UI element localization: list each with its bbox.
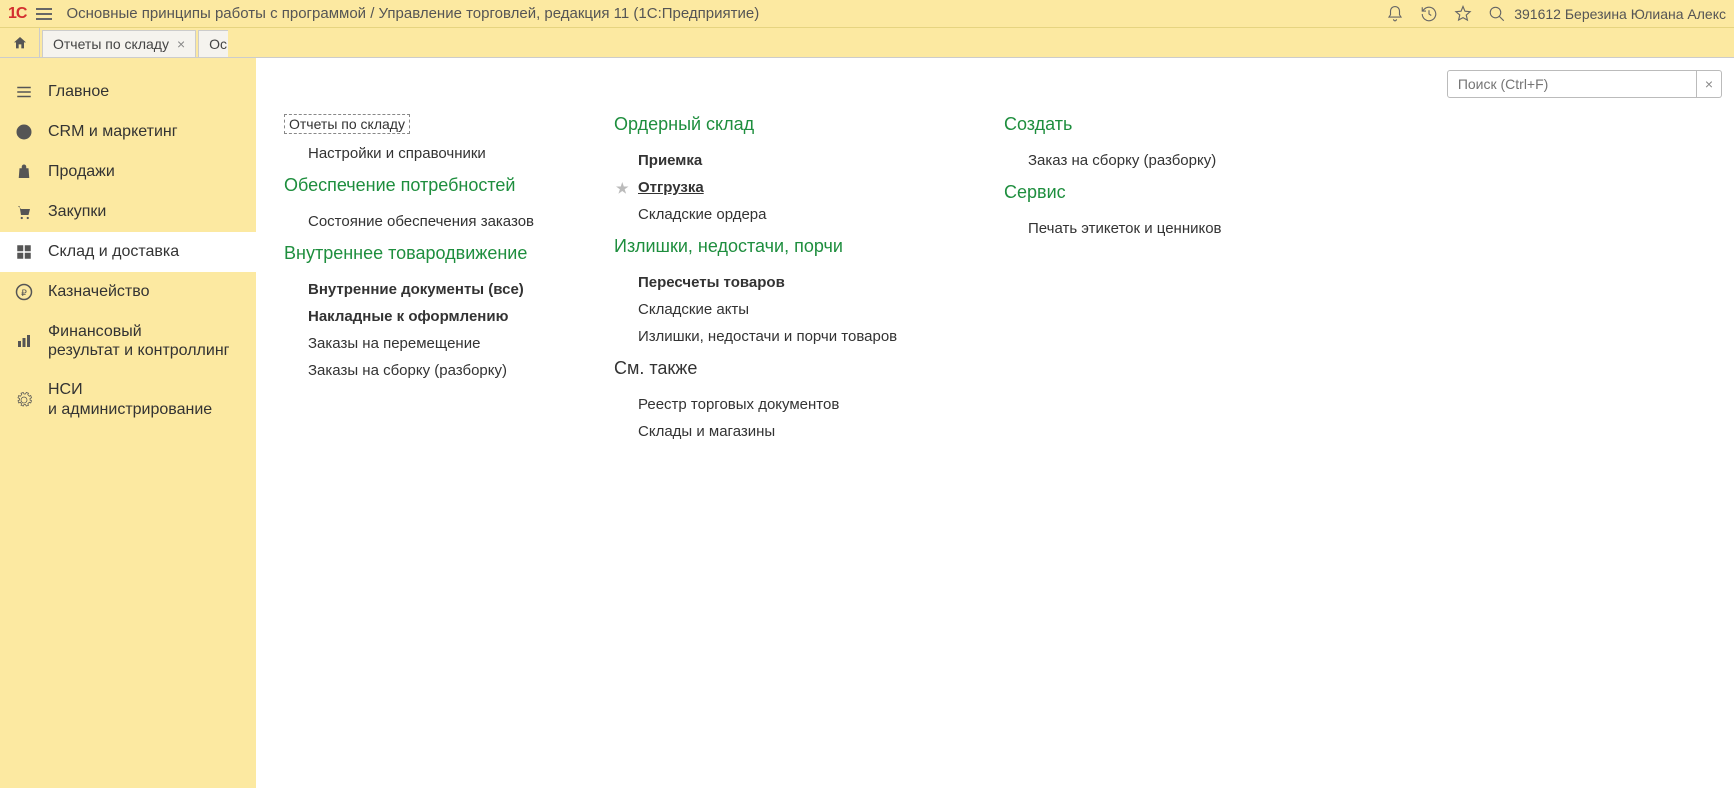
column-1: Отчеты по складу Настройки и справочники… — [284, 114, 564, 445]
sidebar-item-label: Казначейство — [48, 282, 149, 301]
star-icon: ★ — [616, 180, 629, 197]
window-title: Основные принципы работы с программой / … — [66, 5, 1386, 22]
sidebar-item-label: Закупки — [48, 202, 106, 221]
bag-icon — [14, 162, 34, 182]
link-warehouse-orders[interactable]: Складские ордера — [614, 201, 954, 228]
sidebar-item-warehouse[interactable]: Склад и доставка — [0, 232, 256, 272]
link-create-assembly-order[interactable]: Заказ на сборку (разборку) — [1004, 147, 1284, 174]
list-icon — [14, 82, 34, 102]
bell-icon[interactable] — [1386, 5, 1404, 23]
sidebar-item-label: Финансовый результат и контроллинг — [48, 322, 230, 360]
link-receiving[interactable]: Приемка — [614, 147, 954, 174]
tab-warehouse-reports[interactable]: Отчеты по складу × — [42, 30, 196, 57]
bar-chart-icon — [14, 331, 34, 351]
sidebar-item-nsi[interactable]: НСИ и администрирование — [0, 370, 256, 428]
sidebar-item-label: Склад и доставка — [48, 242, 179, 261]
cart-icon — [14, 202, 34, 222]
sidebar-item-treasury[interactable]: ₽ Казначейство — [0, 272, 256, 312]
section-see-also: См. также — [614, 358, 954, 379]
star-icon[interactable] — [1454, 5, 1472, 23]
link-warehouse-reports[interactable]: Отчеты по складу — [284, 114, 410, 134]
link-order-state[interactable]: Состояние обеспечения заказов — [284, 208, 564, 235]
link-internal-docs[interactable]: Внутренние документы (все) — [284, 276, 564, 303]
home-tab-button[interactable] — [0, 28, 40, 57]
section-internal-movement: Внутреннее товародвижение — [284, 243, 564, 264]
app-logo: 1С — [8, 5, 26, 23]
link-shipping[interactable]: ★ Отгрузка — [614, 174, 954, 201]
sidebar-item-crm[interactable]: CRM и маркетинг — [0, 112, 256, 152]
history-icon[interactable] — [1420, 5, 1438, 23]
tab-label: Отчеты по складу — [53, 36, 169, 52]
titlebar: 1С Основные принципы работы с программой… — [0, 0, 1734, 28]
section-needs: Обеспечение потребностей — [284, 175, 564, 196]
link-recounts[interactable]: Пересчеты товаров — [614, 269, 954, 296]
link-settings-refs[interactable]: Настройки и справочники — [284, 140, 564, 167]
user-name[interactable]: 391612 Березина Юлиана Алекс — [1514, 6, 1726, 22]
sidebar: Главное CRM и маркетинг Продажи Закупки … — [0, 58, 256, 788]
section-create: Создать — [1004, 114, 1284, 135]
link-surplus-shortage[interactable]: Излишки, недостачи и порчи товаров — [614, 323, 954, 350]
tabbar: Отчеты по складу × Ос — [0, 28, 1734, 58]
sidebar-item-sales[interactable]: Продажи — [0, 152, 256, 192]
link-warehouse-acts[interactable]: Складские акты — [614, 296, 954, 323]
main-content: × Отчеты по складу Настройки и справочни… — [256, 58, 1734, 788]
link-assembly-orders[interactable]: Заказы на сборку (разборку) — [284, 357, 564, 384]
tab-label: Ос — [209, 36, 227, 52]
sidebar-item-purchases[interactable]: Закупки — [0, 192, 256, 232]
svg-text:₽: ₽ — [21, 288, 27, 298]
section-surplus: Излишки, недостачи, порчи — [614, 236, 954, 257]
sidebar-item-main[interactable]: Главное — [0, 72, 256, 112]
link-stores[interactable]: Склады и магазины — [614, 418, 954, 445]
sidebar-item-label: Главное — [48, 82, 109, 101]
column-3: Создать Заказ на сборку (разборку) Серви… — [1004, 114, 1284, 445]
search-input[interactable] — [1447, 70, 1697, 98]
sidebar-item-label: НСИ и администрирование — [48, 380, 212, 418]
link-invoices-pending[interactable]: Накладные к оформлению — [284, 303, 564, 330]
column-2: Ордерный склад Приемка ★ Отгрузка Складс… — [614, 114, 954, 445]
ruble-icon: ₽ — [14, 282, 34, 302]
clear-search-button[interactable]: × — [1697, 70, 1722, 98]
close-icon[interactable]: × — [177, 36, 185, 52]
tab-truncated[interactable]: Ос — [198, 30, 228, 57]
section-order-warehouse: Ордерный склад — [614, 114, 954, 135]
search-icon[interactable] — [1488, 5, 1506, 23]
pie-chart-icon — [14, 122, 34, 142]
gear-icon — [14, 390, 34, 410]
hamburger-icon[interactable] — [36, 8, 52, 20]
link-print-labels[interactable]: Печать этикеток и ценников — [1004, 215, 1284, 242]
link-transfer-orders[interactable]: Заказы на перемещение — [284, 330, 564, 357]
sidebar-item-label: Продажи — [48, 162, 115, 181]
grid-icon — [14, 242, 34, 262]
sidebar-item-label: CRM и маркетинг — [48, 122, 178, 141]
sidebar-item-finance[interactable]: Финансовый результат и контроллинг — [0, 312, 256, 370]
link-trade-doc-registry[interactable]: Реестр торговых документов — [614, 391, 954, 418]
section-service: Сервис — [1004, 182, 1284, 203]
